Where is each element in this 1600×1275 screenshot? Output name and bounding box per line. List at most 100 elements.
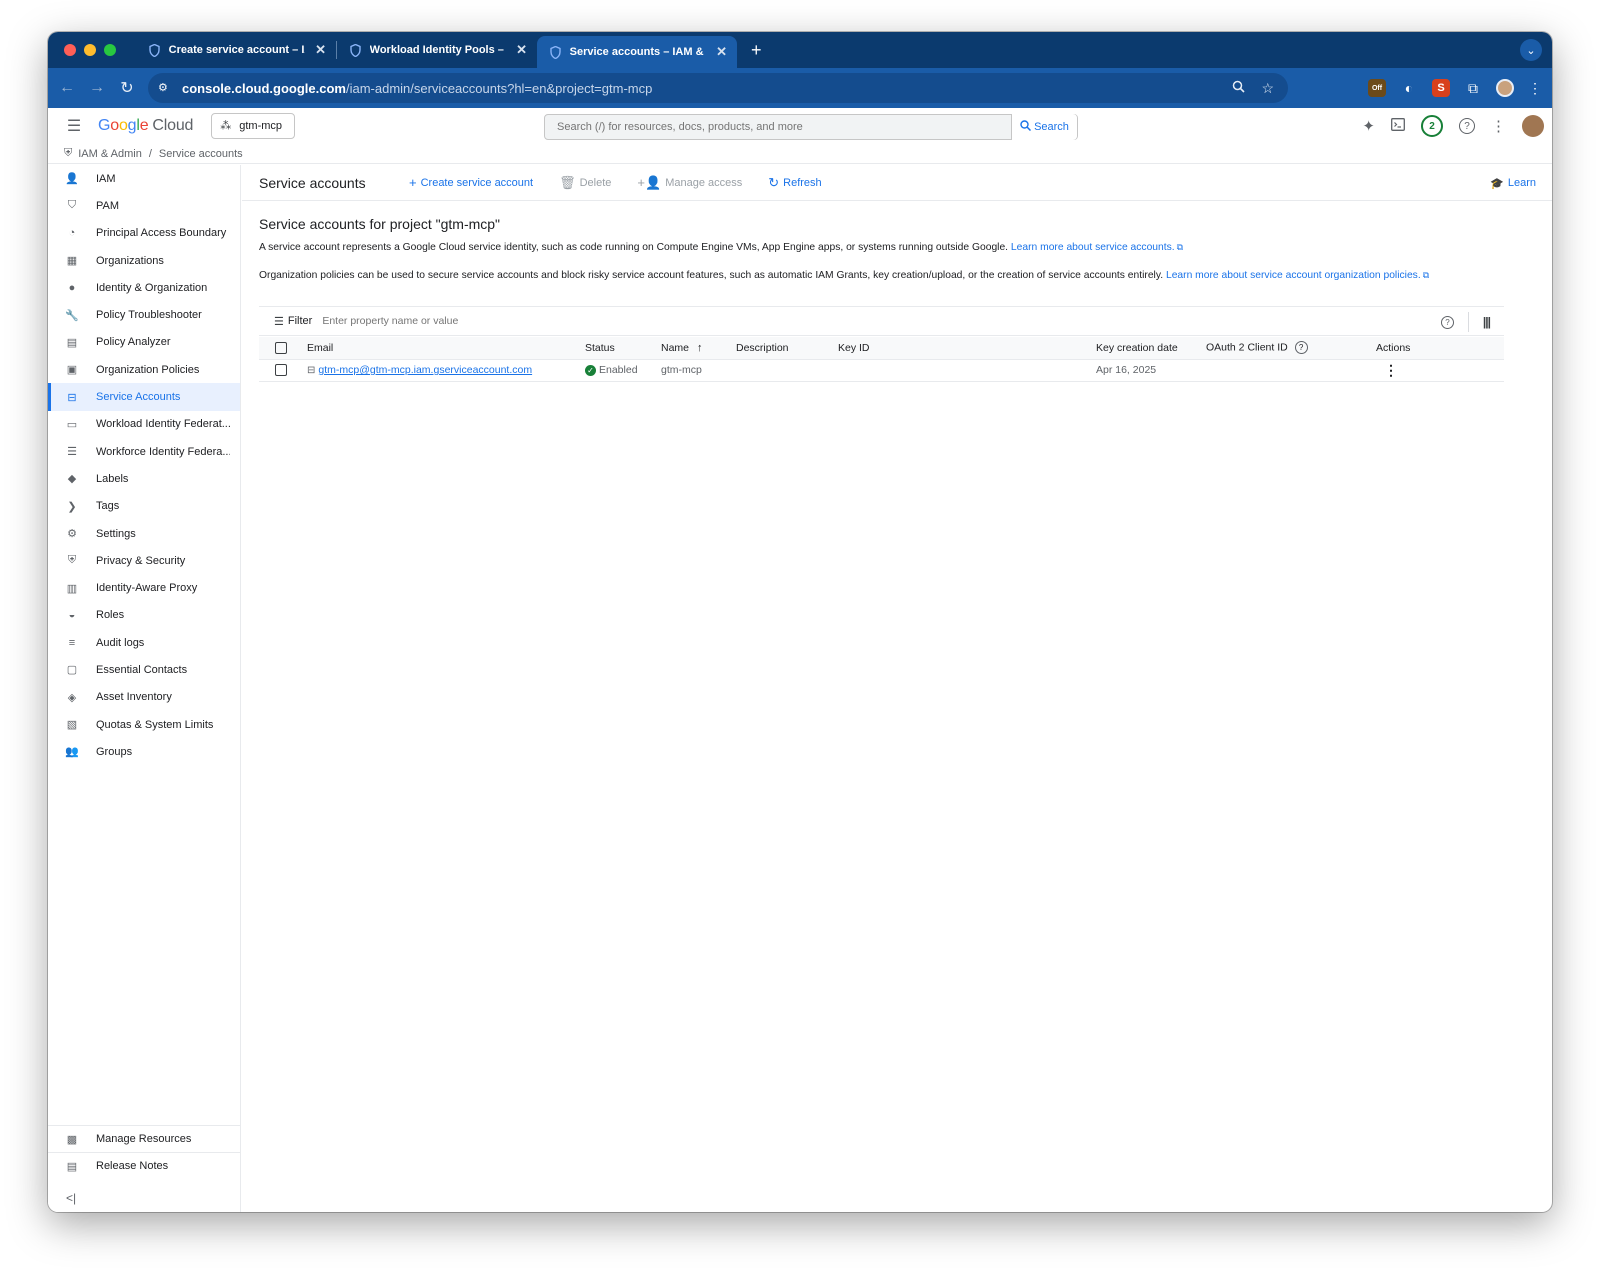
column-header-key-creation-date[interactable]: Key creation date xyxy=(1096,337,1206,360)
search-button[interactable]: Search xyxy=(1011,114,1077,140)
zoom-icon[interactable] xyxy=(1232,80,1246,96)
help-icon[interactable]: ? xyxy=(1459,118,1475,134)
sidebar-item-pam[interactable]: ⛉ PAM xyxy=(48,192,240,219)
sidebar-item-service-accounts[interactable]: ⊟ Service Accounts xyxy=(48,383,240,411)
site-settings-icon[interactable]: ⚙ xyxy=(158,81,172,95)
list-icon: ☰ xyxy=(67,446,77,459)
close-window-button[interactable] xyxy=(64,44,76,56)
sidebar-item-manage-resources[interactable]: ▩ Manage Resources xyxy=(48,1125,241,1152)
key-creation-date-cell: Apr 16, 2025 xyxy=(1096,359,1206,382)
sidebar-item-privacy-security[interactable]: ⛨ Privacy & Security xyxy=(48,547,240,574)
sidebar-item-workforce-identity-federation[interactable]: ☰ Workforce Identity Federa... xyxy=(48,438,240,465)
row-actions-menu-icon[interactable]: ⋮ xyxy=(1376,362,1398,378)
shield-icon xyxy=(349,43,363,57)
browser-tab-active[interactable]: Service accounts – IAM & Admin ✕ xyxy=(537,36,737,68)
new-tab-button[interactable]: + xyxy=(751,40,762,61)
close-icon[interactable]: ✕ xyxy=(315,42,326,58)
create-service-account-button[interactable]: + Create service account xyxy=(409,175,533,190)
column-header-key-id[interactable]: Key ID xyxy=(838,337,1096,360)
browser-menu-icon[interactable]: ⋮ xyxy=(1528,80,1542,97)
sidebar-item-organization-policies[interactable]: ▣ Organization Policies xyxy=(48,356,240,383)
more-vert-icon[interactable]: ⋮ xyxy=(1491,117,1506,135)
browser-window: Create service account – IAM & Admin ✕ W… xyxy=(48,32,1552,1212)
extension-off-icon[interactable]: Off xyxy=(1368,79,1386,97)
palette-extension-icon[interactable]: ◐ xyxy=(1400,79,1418,97)
avatar[interactable] xyxy=(1522,115,1544,137)
sidebar-item-label: Quotas & System Limits xyxy=(96,718,214,731)
status-badge: ✓ Enabled xyxy=(585,364,638,376)
sidebar-item-roles[interactable]: ◒ Roles xyxy=(48,602,240,629)
gemini-sparkle-icon[interactable]: ✦ xyxy=(1362,117,1375,135)
help-icon[interactable]: ? xyxy=(1440,315,1454,329)
filter-input[interactable] xyxy=(322,315,723,327)
reload-icon[interactable]: ↻ xyxy=(112,78,142,98)
sidebar-item-principal-access-boundary[interactable]: ◔ Principal Access Boundary xyxy=(48,220,240,247)
sidebar-item-labels[interactable]: ◆ Labels xyxy=(48,465,240,492)
forward-arrow-icon[interactable]: → xyxy=(82,79,112,97)
hamburger-menu-icon[interactable]: ☰ xyxy=(54,116,94,136)
sidebar-item-policy-analyzer[interactable]: ▤ Policy Analyzer xyxy=(48,329,240,356)
bookmark-star-icon[interactable]: ☆ xyxy=(1261,80,1274,97)
url-field[interactable]: ⚙ console.cloud.google.com/iam-admin/ser… xyxy=(148,73,1288,103)
service-account-email-link[interactable]: gtm-mcp@gtm-mcp.iam.gserviceaccount.com xyxy=(318,364,532,376)
sidebar-item-label: Essential Contacts xyxy=(96,663,188,676)
puzzle-extensions-icon[interactable]: ⧉ xyxy=(1464,79,1482,97)
close-icon[interactable]: ✕ xyxy=(716,44,727,60)
search-input[interactable] xyxy=(545,121,1011,133)
sidebar-item-tags[interactable]: ❯ Tags xyxy=(48,493,240,520)
sidebar-item-identity-aware-proxy[interactable]: ▥ Identity-Aware Proxy xyxy=(48,574,240,601)
tab-strip: Create service account – IAM & Admin ✕ W… xyxy=(48,32,1552,68)
building-icon: ▦ xyxy=(66,255,78,268)
wrench-icon: 🔧 xyxy=(65,309,79,322)
service-account-icon: ⊟ xyxy=(67,391,77,404)
column-header-description[interactable]: Description xyxy=(736,337,838,360)
sidebar-item-iam[interactable]: 👤 IAM xyxy=(48,165,240,192)
close-icon[interactable]: ✕ xyxy=(516,42,527,58)
sidebar-item-groups[interactable]: 👥 Groups xyxy=(48,738,240,765)
refresh-icon: ↻ xyxy=(768,174,780,190)
address-bar: ← → ↻ ⚙ console.cloud.google.com/iam-adm… xyxy=(48,68,1552,108)
maximize-window-button[interactable] xyxy=(104,44,116,56)
sidebar-item-quotas-system-limits[interactable]: ▧ Quotas & System Limits xyxy=(48,711,240,738)
sidebar-item-essential-contacts[interactable]: ▢ Essential Contacts xyxy=(48,656,240,683)
help-icon[interactable]: ? xyxy=(1294,341,1308,355)
collapse-sidebar-button[interactable]: <| xyxy=(66,1191,76,1205)
minimize-window-button[interactable] xyxy=(84,44,96,56)
sidebar-item-release-notes[interactable]: ▤ Release Notes xyxy=(48,1152,241,1179)
delete-button[interactable]: 🗑 Delete xyxy=(559,175,611,191)
google-cloud-logo[interactable]: Google Cloud xyxy=(98,117,193,135)
browser-tab[interactable]: Workload Identity Pools – IAM & Admin ✕ xyxy=(337,32,537,68)
cloud-shell-icon[interactable] xyxy=(1391,117,1405,135)
shield-lock-icon: ⛉ xyxy=(67,199,77,212)
back-arrow-icon[interactable]: ← xyxy=(52,79,82,97)
learn-more-org-policies-link[interactable]: Learn more about service account organiz… xyxy=(1166,270,1421,281)
column-header-name[interactable]: Name ↑ xyxy=(661,337,736,360)
browser-tab[interactable]: Create service account – IAM & Admin ✕ xyxy=(136,32,336,68)
sidebar-item-settings[interactable]: ⚙ Settings xyxy=(48,520,240,547)
sidebar-item-workload-identity-federation[interactable]: ▭ Workload Identity Federat... xyxy=(48,411,240,438)
column-display-icon[interactable]: ||| xyxy=(1483,315,1491,329)
learn-more-service-accounts-link[interactable]: Learn more about service accounts. xyxy=(1011,242,1175,253)
breadcrumb-parent[interactable]: IAM & Admin xyxy=(78,148,142,160)
sidebar-item-audit-logs[interactable]: ≡ Audit logs xyxy=(48,629,240,656)
refresh-button[interactable]: ↻ Refresh xyxy=(768,175,821,191)
sidebar-item-asset-inventory[interactable]: ◈ Asset Inventory xyxy=(48,684,240,711)
sidebar-item-organizations[interactable]: ▦ Organizations xyxy=(48,247,240,274)
column-header-oauth-client-id[interactable]: OAuth 2 Client ID ? xyxy=(1206,337,1376,360)
profile-avatar[interactable] xyxy=(1496,79,1514,97)
manage-access-button[interactable]: +👤 Manage access xyxy=(637,175,742,191)
sort-arrow-up-icon[interactable]: ↑ xyxy=(697,342,703,354)
select-all-checkbox[interactable] xyxy=(275,341,287,354)
table-header-row: Email Status Name ↑ Description Key ID Ke… xyxy=(259,337,1504,360)
sidebar-item-policy-troubleshooter[interactable]: 🔧 Policy Troubleshooter xyxy=(48,301,240,328)
extension-s-icon[interactable]: S xyxy=(1432,79,1450,97)
notifications-badge[interactable]: 2 xyxy=(1421,115,1443,137)
column-header-email[interactable]: Email xyxy=(307,337,585,360)
sidebar-item-identity-organization[interactable]: ● Identity & Organization xyxy=(48,274,240,301)
column-header-status[interactable]: Status xyxy=(585,337,661,360)
row-checkbox[interactable] xyxy=(275,364,287,377)
project-picker[interactable]: ⁂ gtm-mcp xyxy=(211,112,296,139)
learn-button[interactable]: 🎓 Learn xyxy=(1490,165,1536,201)
sidebar-item-label: Organizations xyxy=(96,254,164,267)
chevron-down-icon[interactable]: ⌄ xyxy=(1520,39,1542,61)
